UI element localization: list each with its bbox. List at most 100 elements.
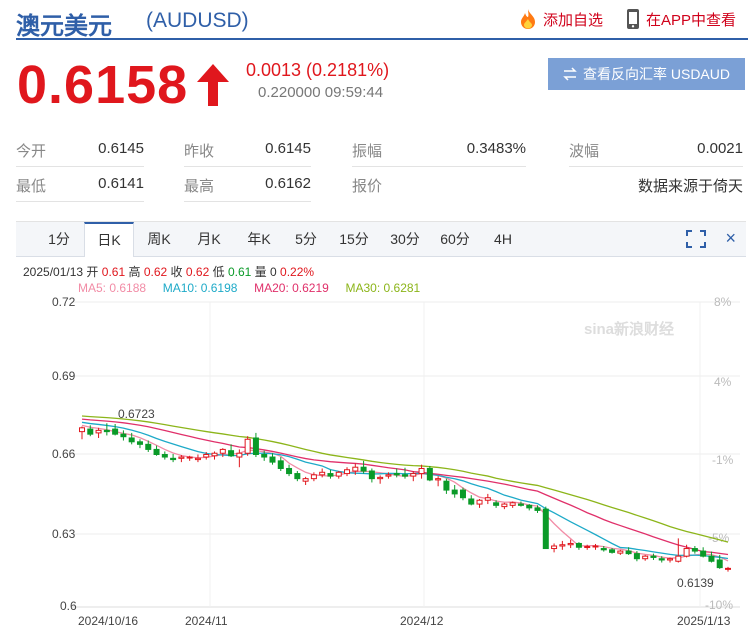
candle-body <box>633 553 640 560</box>
candle-body <box>352 466 359 472</box>
candle-body <box>592 545 599 548</box>
candle-body <box>650 555 657 558</box>
stats-table: 今开 0.6145 昨收 0.6145 振幅 0.3483% 波幅 0.0021… <box>16 132 746 202</box>
candle-body <box>725 567 731 570</box>
kline-chart[interactable]: 0.72 0.69 0.66 0.63 0.6 8% 4% -1% -5% -1… <box>0 290 748 628</box>
candle-body <box>683 548 690 557</box>
x-tick-label: 2024/11 <box>185 614 228 628</box>
candle-body <box>559 544 566 547</box>
candle-body <box>551 545 558 550</box>
stat-label: 今开 <box>16 143 47 160</box>
candle-body <box>145 443 152 450</box>
candle-body <box>228 450 235 457</box>
candle-body <box>517 503 524 506</box>
candle-body <box>310 474 317 480</box>
candle-body <box>542 508 549 550</box>
view-in-app-label: 在APP中查看 <box>646 11 737 29</box>
ohlc-change: 0.22% <box>280 265 315 279</box>
candle-body <box>277 460 284 469</box>
x-tick-label: 2024/10/16 <box>78 614 138 628</box>
ma30-line <box>81 415 729 543</box>
stat-value: 0.0021 <box>697 140 743 157</box>
candle-body <box>153 448 160 456</box>
y-tick-label: 0.6 <box>60 599 77 613</box>
candle-body <box>203 454 210 458</box>
low-annotation: 0.6139 <box>677 576 714 590</box>
candle-body <box>112 428 119 435</box>
ohlc-low: 0.61 <box>227 265 252 279</box>
ohlc-close: 0.62 <box>185 265 210 279</box>
candle-body <box>493 502 500 506</box>
candle-body <box>302 478 309 482</box>
candle-body <box>377 476 384 480</box>
reverse-rate-button[interactable]: 查看反向汇率 USDAUD <box>548 58 745 90</box>
candle-body <box>219 448 226 454</box>
close-icon[interactable]: × <box>725 228 736 249</box>
tab-daily-k[interactable]: 日K <box>84 222 134 257</box>
candle-body <box>178 456 185 459</box>
stats-row: 今开 0.6145 昨收 0.6145 振幅 0.3483% 波幅 0.0021 <box>16 132 746 167</box>
tab-4h[interactable]: 4H <box>480 222 526 257</box>
ohlc-high: 0.62 <box>143 265 168 279</box>
ohlc-close-label: 收 <box>170 265 183 279</box>
candle-body <box>269 456 276 463</box>
stat-value: 0.6145 <box>98 140 144 157</box>
moving-averages <box>81 415 729 562</box>
tab-15min[interactable]: 15分 <box>328 222 380 257</box>
candle-body <box>625 550 632 555</box>
candle-body <box>261 454 268 458</box>
price-change: 0.0013 (0.2181%) <box>246 60 390 80</box>
tab-1min[interactable]: 1分 <box>34 222 84 257</box>
pct-tick-label: -10% <box>705 598 733 612</box>
tab-60min[interactable]: 60分 <box>430 222 480 257</box>
reverse-rate-label: 查看反向汇率 USDAUD <box>582 66 730 82</box>
candle-body <box>244 438 251 454</box>
tab-weekly-k[interactable]: 周K <box>134 222 184 257</box>
candle-body <box>360 466 367 472</box>
candle-body <box>675 555 682 562</box>
tab-5min[interactable]: 5分 <box>284 222 328 257</box>
candle-body <box>128 437 135 443</box>
candle-body <box>344 469 351 475</box>
fire-icon <box>521 9 535 29</box>
ohlc-readout: 2025/01/13 开 0.61 高 0.62 收 0.62 低 0.61 量… <box>23 263 314 280</box>
stat-value: 0.6141 <box>98 175 144 192</box>
candle-body <box>567 542 574 546</box>
candle-body <box>95 429 102 434</box>
candle-body <box>418 467 425 475</box>
x-tick-label: 2024/12 <box>400 614 444 628</box>
tab-yearly-k[interactable]: 年K <box>234 222 284 257</box>
candle-body <box>120 433 127 438</box>
candle-body <box>368 470 375 480</box>
add-watchlist-label: 添加自选 <box>543 11 604 29</box>
tab-30min[interactable]: 30分 <box>380 222 430 257</box>
candle-body <box>294 473 301 480</box>
candle-body <box>617 550 624 554</box>
candle-body <box>385 474 392 477</box>
candle-body <box>335 471 342 477</box>
x-tick-label: 2025/1/13 <box>677 614 731 628</box>
candle-body <box>186 456 193 459</box>
stat-value: 0.6162 <box>265 175 311 192</box>
up-arrow-icon <box>197 64 229 106</box>
add-watchlist-button[interactable]: 添加自选 <box>518 8 603 30</box>
tab-monthly-k[interactable]: 月K <box>184 222 234 257</box>
candle-body <box>136 441 143 445</box>
ohlc-open-label: 开 <box>86 265 99 279</box>
swap-icon <box>563 67 577 81</box>
y-tick-label: 0.63 <box>52 527 76 541</box>
candle-body <box>534 507 541 511</box>
ohlc-high-label: 高 <box>128 265 141 279</box>
ohlc-open: 0.61 <box>101 265 126 279</box>
stat-label: 昨收 <box>184 143 215 160</box>
candle-body <box>451 489 458 495</box>
candle-body <box>319 471 326 476</box>
stat-label: 振幅 <box>352 143 383 160</box>
candle-body <box>161 454 168 458</box>
fullscreen-icon[interactable] <box>686 230 706 248</box>
candle-body <box>609 549 616 553</box>
view-in-app-button[interactable]: 在APP中查看 <box>626 8 736 30</box>
ohlc-low-label: 低 <box>212 265 225 279</box>
candle-body <box>526 504 533 509</box>
current-price: 0.6158 <box>17 55 189 115</box>
